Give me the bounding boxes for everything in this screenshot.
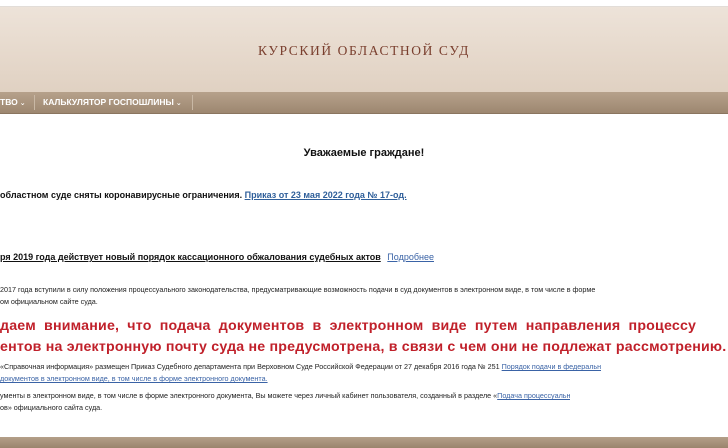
more-details-link[interactable]: Подробнее bbox=[387, 252, 434, 262]
nav-item-fee-calculator[interactable]: КАЛЬКУЛЯТОР ГОСПОШЛИНЫ ⌄ bbox=[43, 92, 182, 113]
warning-line-1: даем внимание, что подача документов в э… bbox=[0, 318, 697, 334]
nav-item-label: ТВО bbox=[0, 97, 18, 107]
personal-cabinet-text: ументы в электронном виде, в том числе в… bbox=[0, 391, 498, 400]
cassation-notice-text: ря 2019 года действует новый порядок кас… bbox=[0, 252, 381, 262]
submit-documents-link[interactable]: Подача процессуальн bbox=[497, 391, 570, 400]
cassation-notice: ря 2019 года действует новый порядок кас… bbox=[0, 252, 434, 262]
covid-notice-text: областном суде сняты коронавирусные огра… bbox=[0, 190, 243, 200]
site-title[interactable]: КУРСКИЙ ОБЛАСТНОЙ СУД bbox=[0, 43, 728, 59]
paragraph-electronic-filing-line2: ом официальном сайте суда. bbox=[0, 297, 98, 306]
personal-cabinet-line1: ументы в электронном виде, в том числе в… bbox=[0, 391, 570, 400]
nav-separator bbox=[34, 95, 35, 110]
covid-notice: областном суде сняты коронавирусные огра… bbox=[0, 190, 407, 200]
greeting-heading: Уважаемые граждане! bbox=[303, 147, 425, 159]
reference-info-text: «Справочная информация» размещен Приказ … bbox=[0, 362, 500, 371]
chevron-down-icon: ⌄ bbox=[175, 100, 182, 107]
nav-item-label: КАЛЬКУЛЯТОР ГОСПОШЛИНЫ bbox=[43, 97, 174, 107]
personal-cabinet-line2: ов» официального сайта суда. bbox=[0, 403, 103, 412]
nav-separator bbox=[192, 95, 193, 110]
covid-order-link[interactable]: Приказ от 23 мая 2022 года № 17-од. bbox=[245, 190, 407, 200]
filing-procedure-link-cont[interactable]: документов в электронном виде, в том чис… bbox=[0, 374, 268, 383]
reference-info-line1: «Справочная информация» размещен Приказ … bbox=[0, 362, 601, 371]
main-navigation: ТВО ⌄ КАЛЬКУЛЯТОР ГОСПОШЛИНЫ ⌄ bbox=[0, 92, 728, 114]
reference-info-line2: документов в электронном виде, в том чис… bbox=[0, 374, 268, 383]
chevron-down-icon: ⌄ bbox=[19, 100, 26, 107]
top-border bbox=[0, 0, 728, 7]
paragraph-electronic-filing-line1: 2017 года вступили в силу положения проц… bbox=[0, 285, 596, 294]
bottom-strip bbox=[0, 437, 728, 448]
site-header-banner: КУРСКИЙ ОБЛАСТНОЙ СУД bbox=[0, 7, 728, 92]
filing-procedure-link[interactable]: Порядок подачи в федеральн bbox=[502, 362, 602, 371]
nav-item-partial[interactable]: ТВО ⌄ bbox=[0, 92, 26, 113]
warning-line-2: ентов на электронную почту суда не преду… bbox=[0, 339, 727, 355]
